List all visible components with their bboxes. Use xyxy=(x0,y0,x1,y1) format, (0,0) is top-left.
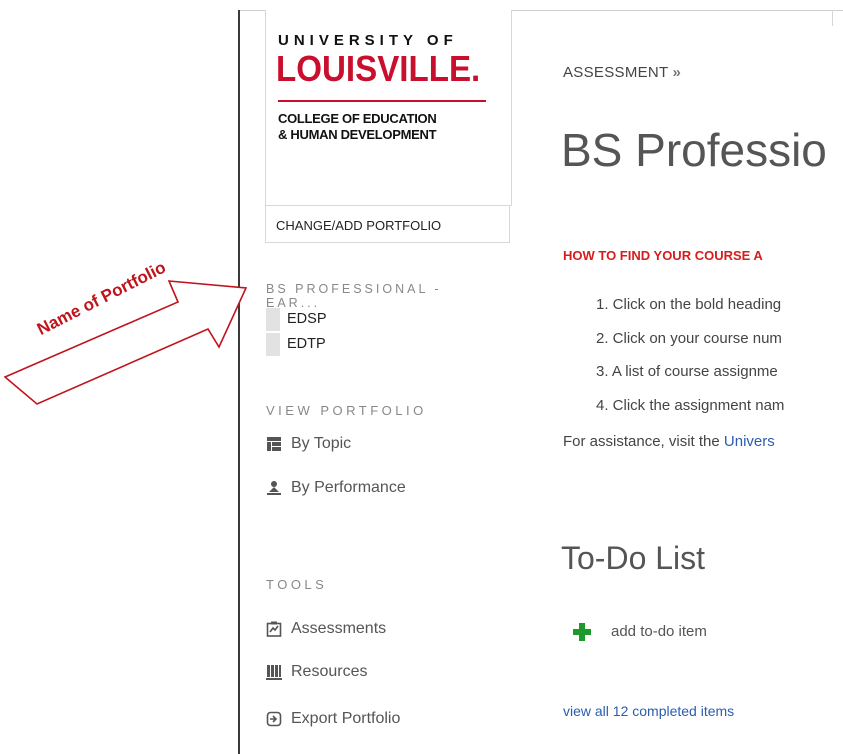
annotation-arrow xyxy=(3,280,248,405)
